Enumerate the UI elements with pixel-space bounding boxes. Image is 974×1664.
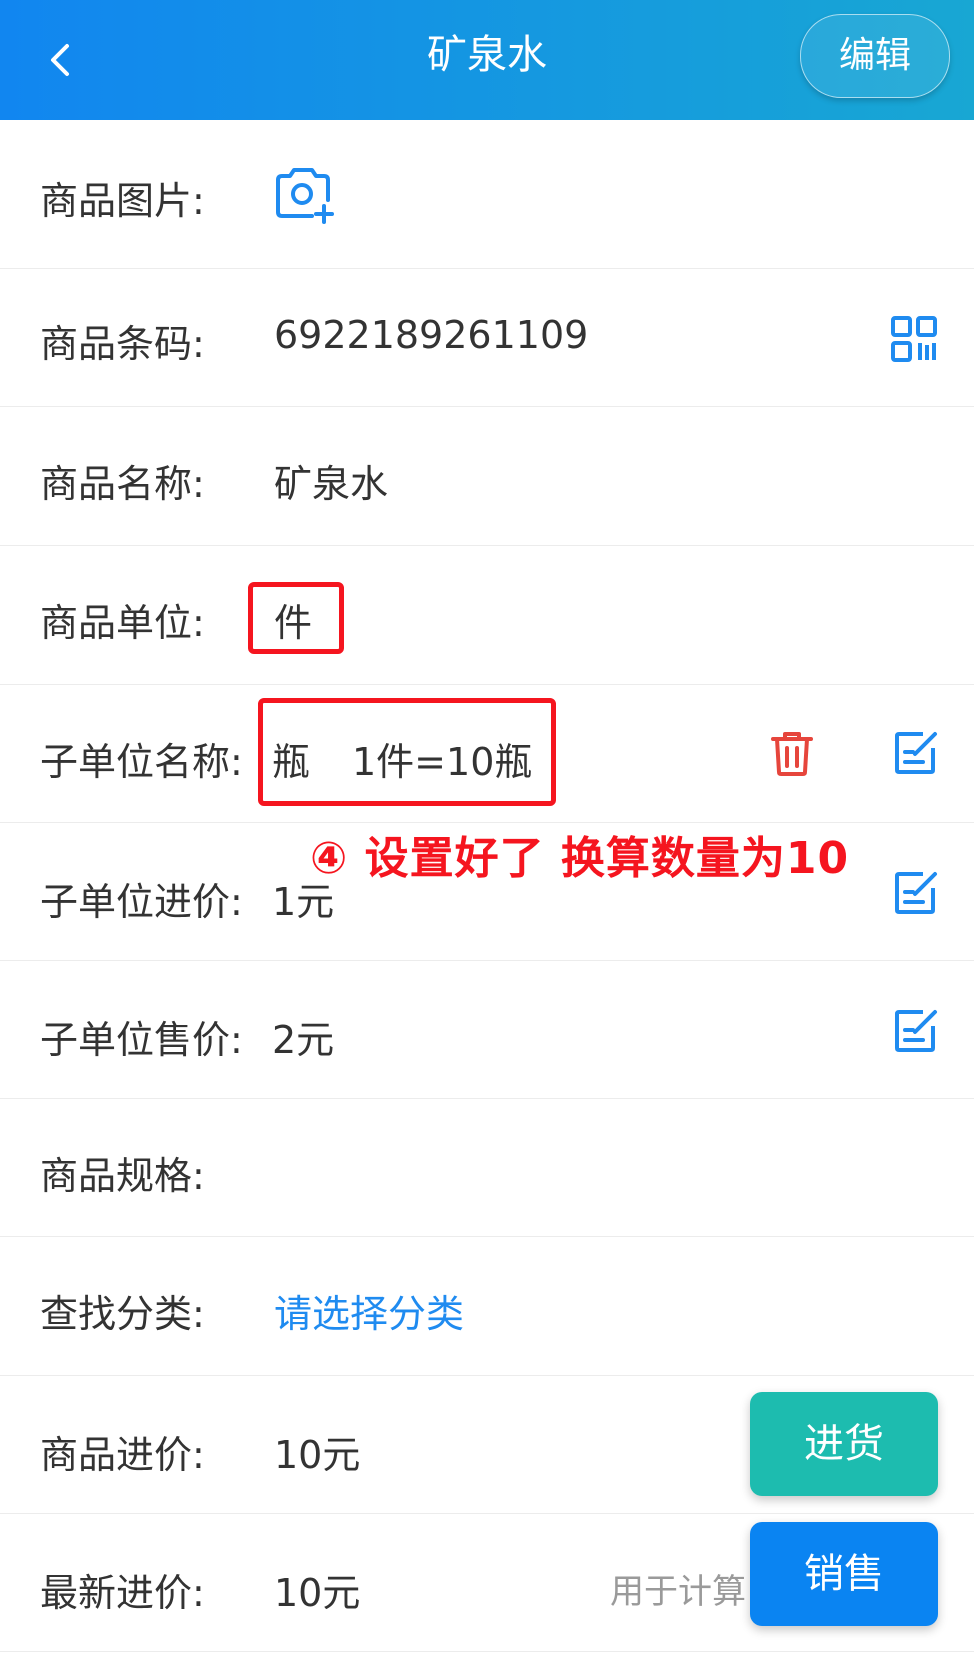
highlight-subunit-box [258,698,556,806]
subunit-name-label: 子单位名称: [40,740,243,784]
add-photo-button[interactable] [270,162,342,226]
app-header: 矿泉水 编辑 [0,0,974,120]
delete-subunit-button[interactable] [764,725,820,781]
row-category: 查找分类: 请选择分类 [0,1237,974,1376]
purchase-button[interactable]: 进货 [750,1392,938,1496]
edit-note-icon [895,872,937,914]
spec-label: 商品规格: [40,1154,205,1198]
unit-label: 商品单位: [40,601,205,645]
product-name-value: 矿泉水 [274,462,389,506]
row-product-name: 商品名称: 矿泉水 [0,407,974,546]
highlight-unit-box [248,582,344,654]
latest-price-label: 最新进价: [40,1571,205,1615]
edit-button[interactable]: 编辑 [800,14,950,98]
subunit-sale-value: 2元 [272,1018,335,1062]
barcode-value: 6922189261109 [274,313,589,357]
subunit-sale-label: 子单位售价: [40,1018,243,1062]
scan-barcode-button[interactable] [886,311,942,367]
edit-note-icon [895,1010,937,1052]
purchase-price-label: 商品进价: [40,1433,205,1477]
subunit-purchase-label: 子单位进价: [40,880,243,924]
product-detail-page: 矿泉水 编辑 商品图片: 商品条码: 6922189261109 商品名称: 矿… [0,0,974,1664]
category-selector[interactable]: 请选择分类 [274,1283,464,1338]
product-name-label: 商品名称: [40,462,205,506]
camera-add-icon [276,168,334,224]
row-barcode: 商品条码: 6922189261109 [0,269,974,407]
edit-note-icon [895,732,937,774]
row-product-image: 商品图片: [0,120,974,269]
row-spec: 商品规格: [0,1099,974,1237]
row-subunit-sale-price: 子单位售价: 2元 [0,961,974,1099]
purchase-price-value: 10元 [274,1433,361,1477]
product-image-label: 商品图片: [40,179,205,223]
latest-price-hint: 用于计算 [610,1572,746,1612]
barcode-label: 商品条码: [40,322,205,366]
qr-code-icon [891,316,937,362]
edit-subunit-name-button[interactable] [888,725,944,781]
edit-subunit-sale-button[interactable] [888,1003,944,1059]
annotation-note: ④ 设置好了 换算数量为10 [310,833,850,884]
edit-subunit-purchase-button[interactable] [888,865,944,921]
category-label: 查找分类: [40,1292,205,1336]
sales-button[interactable]: 销售 [750,1522,938,1626]
latest-price-value: 10元 [274,1571,361,1615]
trash-icon [771,732,813,776]
row-unit: 商品单位: 件 [0,546,974,685]
